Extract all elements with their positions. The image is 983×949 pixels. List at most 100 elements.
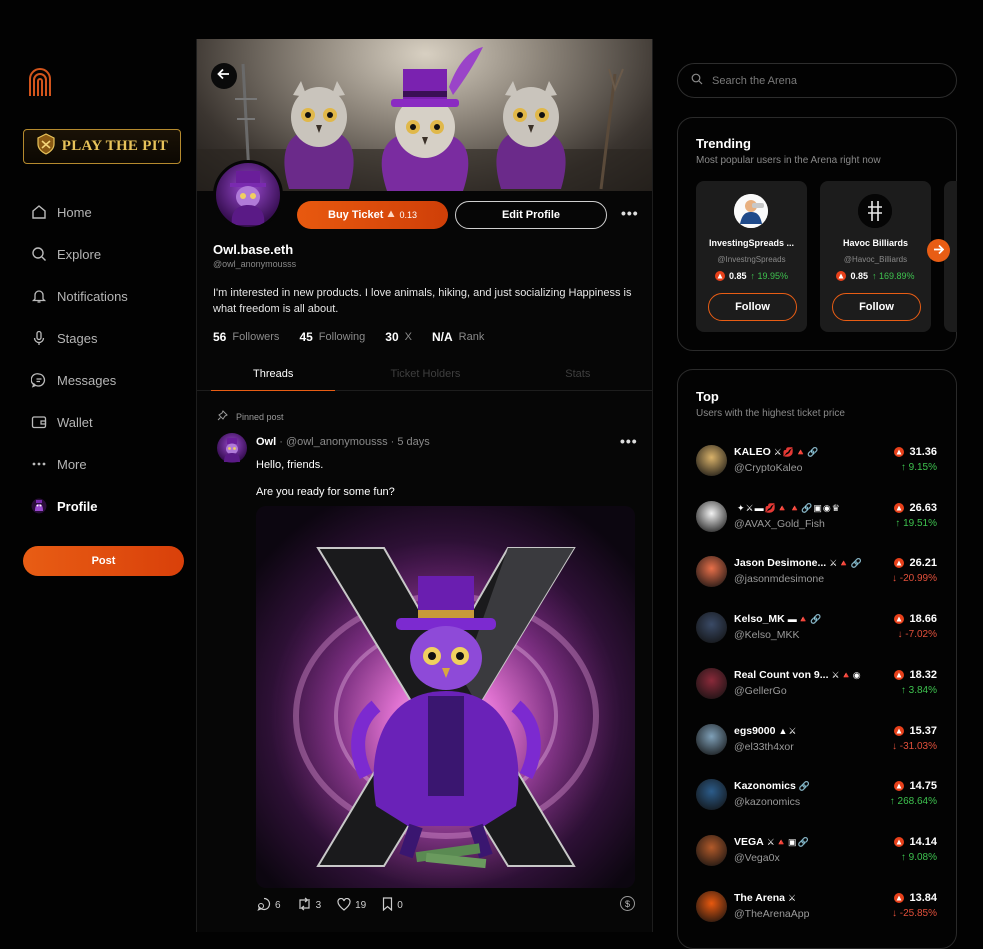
nav-wallet[interactable]: Wallet	[30, 411, 93, 433]
top-user-price-value: 15.37	[909, 724, 937, 737]
top-user-row[interactable]: Jason Desimone... ⚔🔺🔗 @jasonmdesimone 26.21…	[696, 556, 946, 590]
trending-avatar	[858, 194, 892, 228]
top-user-badges: ⚔💋🔺🔗	[773, 447, 820, 457]
top-user-name: Kazonomics	[734, 780, 796, 793]
bookmark-icon	[382, 897, 393, 914]
pinned-label: Pinned post	[236, 411, 284, 422]
top-user-badges: ⚔	[787, 892, 798, 903]
top-user-name-line: Real Count von 9... ⚔🔺◉	[734, 669, 862, 681]
nav-stages[interactable]: Stages	[30, 327, 97, 349]
trending-user-card[interactable]: InvestingSpreads ... @InvestngSpreads 0.…	[696, 181, 807, 332]
top-user-price: 26.21	[894, 557, 937, 569]
trending-price-change: ↑ 19.95%	[750, 271, 789, 281]
post-more-icon[interactable]: •••	[620, 433, 638, 449]
play-the-pit-button[interactable]: PLAY THE PIT	[23, 129, 181, 164]
profile-avatar[interactable]	[213, 160, 283, 230]
pin-icon	[217, 410, 228, 423]
top-user-name: Kelso_MK	[734, 613, 785, 626]
profile-more-icon[interactable]: •••	[621, 205, 639, 221]
post-button[interactable]: Post	[23, 546, 184, 576]
nav-more[interactable]: More	[30, 453, 87, 475]
following-count[interactable]: 45	[299, 330, 312, 344]
nav-home[interactable]: Home	[30, 201, 92, 223]
post-image[interactable]	[256, 506, 635, 888]
nav-wallet-label: Wallet	[57, 414, 93, 430]
trending-avatar	[734, 194, 768, 228]
post-author-avatar[interactable]	[217, 433, 247, 463]
top-user-price-value: 13.84	[909, 891, 937, 904]
top-user-avatar	[696, 667, 727, 699]
back-button[interactable]	[211, 63, 237, 89]
bookmark-count: 0	[397, 900, 403, 911]
rank-label: Rank	[458, 331, 485, 343]
nav-messages[interactable]: Messages	[30, 369, 116, 391]
nav-notifications[interactable]: Notifications	[30, 285, 128, 307]
following-label[interactable]: Following	[319, 331, 365, 343]
top-user-row[interactable]: egs9000 ▲⚔ @el33th4xor 15.37 ↓ -31.03%	[696, 723, 946, 758]
top-user-handle: @TheArenaApp	[734, 907, 810, 920]
nav-more-label: More	[57, 456, 87, 472]
follow-button[interactable]: Follow	[832, 293, 921, 321]
post-header: Owl · @owl_anonymousss · 5 days	[256, 436, 430, 448]
top-user-price-value: 18.32	[909, 668, 937, 681]
top-user-row[interactable]: Kazonomics 🔗 @kazonomics 14.75 ↑ 268.64%	[696, 779, 946, 813]
top-user-row[interactable]: Kelso_MK ▬🔺🔗 @Kelso_MKK 18.66 ↓ -7.02%	[696, 612, 946, 646]
trending-user-card[interactable]: Havoc Billiards @Havoc_Billiards 0.85 ↑ …	[820, 181, 931, 332]
top-user-badges: ⚔🔺🔗	[829, 558, 863, 569]
like-button[interactable]: 19	[337, 897, 366, 914]
nav-explore[interactable]: Explore	[30, 243, 101, 265]
top-users-card: Top Users with the highest ticket price …	[677, 369, 957, 949]
bookmark-button[interactable]: 0	[382, 897, 403, 914]
top-user-name: The Arena	[734, 891, 785, 904]
profile-bio: I'm interested in new products. I love a…	[213, 287, 632, 315]
top-user-row[interactable]: Real Count von 9... ⚔🔺◉ @GellerGo 18.32 ↑ 3.…	[696, 667, 946, 702]
top-user-name-line: The Arena ⚔	[734, 892, 797, 904]
trending-user-price: 0.85 ↑ 19.95%	[696, 271, 807, 281]
top-user-change: ↓ -7.02%	[897, 629, 937, 641]
edit-profile-button[interactable]: Edit Profile	[455, 201, 607, 229]
top-user-name-line: KALEO ⚔💋🔺🔗	[734, 446, 819, 458]
top-user-change: ↑ 19.51%	[895, 517, 937, 529]
comment-button[interactable]: 6	[257, 897, 281, 914]
top-user-avatar	[696, 890, 727, 922]
tip-button[interactable]: $	[620, 896, 635, 911]
tab-stats[interactable]: Stats	[502, 357, 652, 390]
tab-ticket-holders[interactable]: Ticket Holders	[349, 357, 501, 390]
x-followers-count: 30	[385, 330, 399, 344]
top-user-name-line: Kelso_MK ▬🔺🔗	[734, 613, 822, 625]
top-user-row[interactable]: The Arena ⚔ @TheArenaApp 13.84 ↓ -25.85%	[696, 890, 946, 925]
search-input[interactable]: Search the Arena	[677, 63, 957, 98]
followers-label[interactable]: Followers	[232, 331, 279, 343]
profile-stats: 56 Followers 45 Following 30 X N/A Rank	[213, 330, 484, 344]
buy-ticket-button[interactable]: Buy Ticket 0.13	[297, 201, 448, 229]
nav-messages-label: Messages	[57, 372, 117, 388]
top-user-name: Jason Desimone...	[734, 557, 827, 570]
followers-count[interactable]: 56	[213, 330, 226, 344]
top-user-change: ↓ -25.85%	[891, 907, 937, 919]
post-author-name[interactable]: Owl	[256, 436, 276, 448]
trending-next-button[interactable]	[927, 239, 950, 262]
nav-notifications-label: Notifications	[57, 288, 128, 304]
trending-price-value: 0.85	[728, 271, 747, 281]
top-user-price: 15.37	[894, 725, 937, 737]
buy-ticket-price: 0.13	[399, 210, 417, 220]
top-user-badges: ▬🔺🔗	[787, 614, 823, 625]
arena-logo[interactable]	[28, 66, 52, 96]
tab-threads[interactable]: Threads	[197, 357, 349, 391]
arena-icon	[894, 558, 905, 569]
nav-profile[interactable]: Profile	[30, 495, 97, 517]
top-user-row[interactable]: KALEO ⚔💋🔺🔗 @CryptoKaleo 31.36 ↑ 9.15%	[696, 445, 946, 479]
top-user-avatar	[696, 445, 727, 476]
trending-price-change: ↑ 169.89%	[872, 271, 915, 281]
trending-title: Trending	[696, 136, 751, 151]
nav-profile-label: Profile	[57, 498, 98, 514]
arena-icon	[714, 271, 725, 281]
top-user-handle: @jasonmdesimone	[734, 573, 825, 586]
bell-icon	[30, 288, 47, 305]
top-user-row[interactable]: ✦⚔▬💋🔺🔺🔗▣◉♛ @AVAX_Gold_Fish 26.63 ↑ 19.51%	[696, 500, 946, 535]
profile-tabs: Threads Ticket Holders Stats	[197, 357, 652, 391]
top-user-row[interactable]: VEGA ⚔🔺▣🔗 @Vega0x 14.14 ↑ 9.08%	[696, 834, 946, 869]
follow-button[interactable]: Follow	[708, 293, 797, 321]
repost-button[interactable]: 3	[297, 897, 321, 914]
arena-icon	[894, 614, 905, 625]
